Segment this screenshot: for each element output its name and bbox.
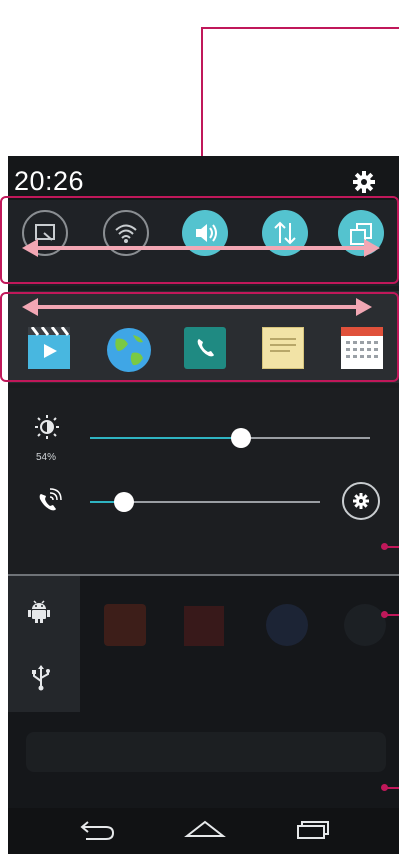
email-icon: [104, 604, 146, 646]
gear-icon[interactable]: [352, 170, 376, 194]
scroll-arrow-qslide: [22, 296, 372, 318]
ringtone-slider-thumb[interactable]: [114, 492, 134, 512]
brightness-percent: 54%: [36, 452, 57, 463]
slider-area: [8, 388, 399, 574]
callout-dot-sliders: [381, 543, 388, 550]
brightness-slider-thumb[interactable]: [231, 428, 251, 448]
status-bar: 20:26: [8, 156, 399, 200]
usb-icon[interactable]: [30, 664, 52, 692]
notification-icons-column: [8, 576, 80, 712]
android-debug-icon[interactable]: [26, 598, 52, 624]
dock-icons: [26, 732, 386, 772]
back-icon[interactable]: [78, 818, 118, 842]
navigation-bar: [8, 808, 399, 854]
recent-apps-icon[interactable]: [294, 818, 330, 842]
callout-line-top-horizontal: [201, 27, 399, 29]
sound-settings-button[interactable]: [342, 482, 380, 520]
brightness-icon: [34, 414, 60, 440]
ringtone-icon: [36, 488, 62, 514]
brightness-track-fill: [90, 437, 241, 439]
home-icon[interactable]: [184, 818, 226, 842]
callout-dot-bottom: [381, 784, 388, 791]
settings-app-icon: [344, 604, 386, 646]
play-store-icon: [184, 606, 224, 646]
status-time: 20:26: [14, 166, 85, 196]
chrome-icon: [266, 604, 308, 646]
callout-dot-notifications: [381, 611, 388, 618]
scroll-arrow-quick-settings: [22, 237, 380, 259]
